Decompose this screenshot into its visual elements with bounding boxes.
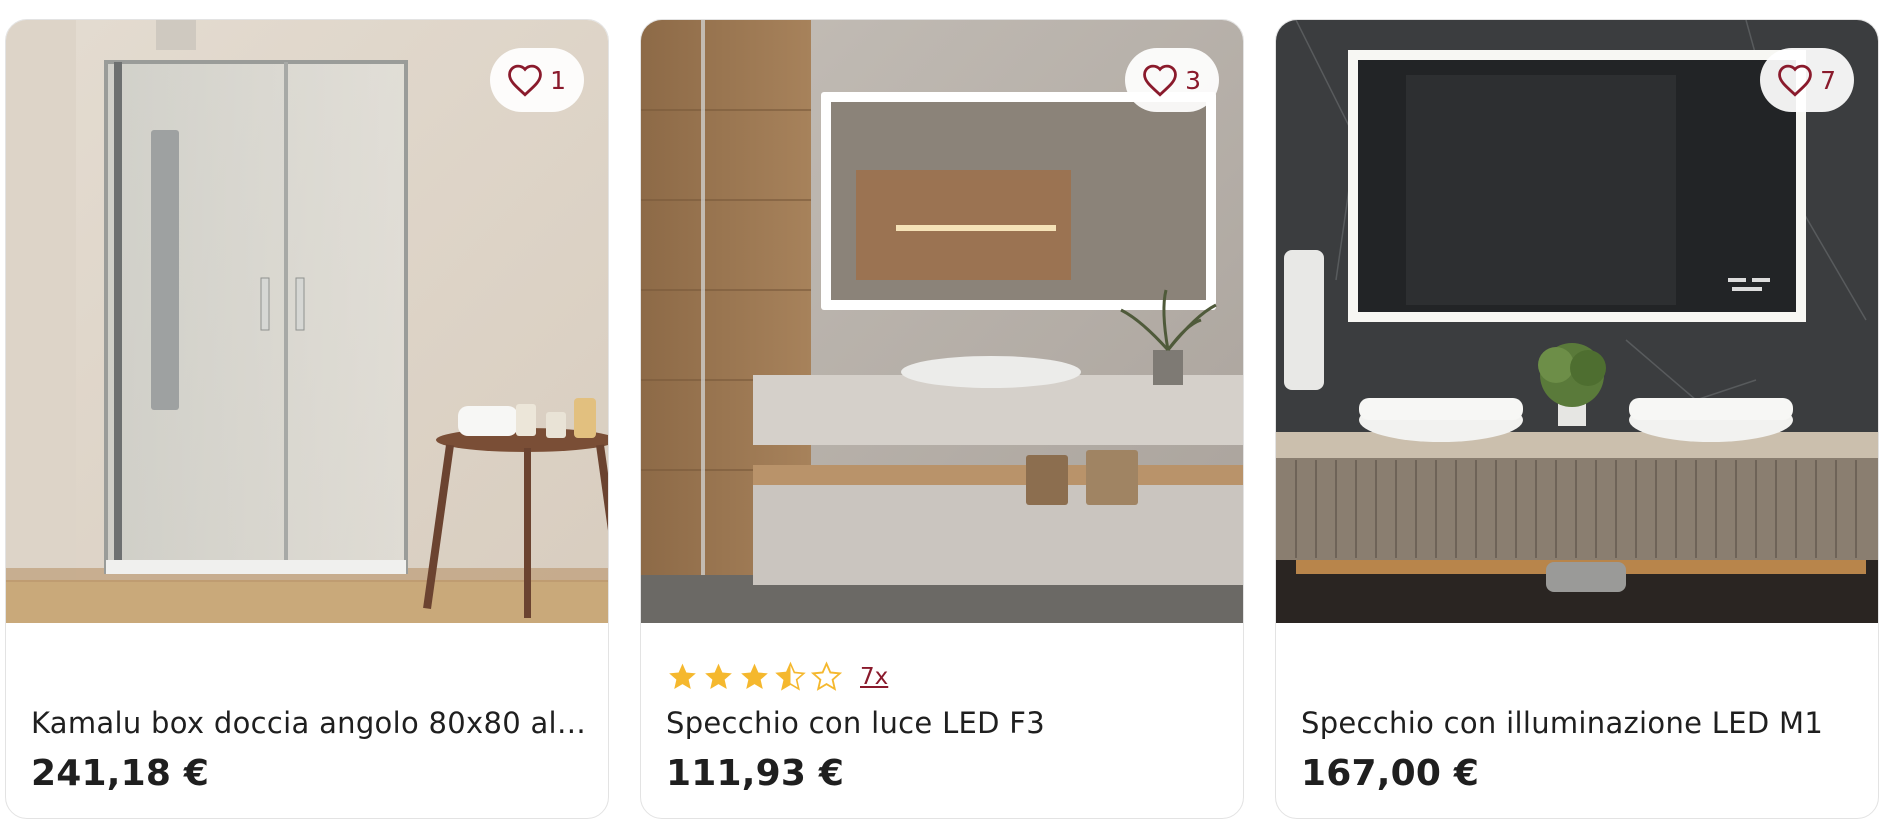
product-title[interactable]: Kamalu box doccia angolo 80x80 alt...	[31, 706, 591, 740]
favorite-count: 3	[1185, 65, 1201, 95]
product-price: 241,18 €	[31, 753, 210, 794]
heart-outline-icon	[1143, 64, 1177, 97]
product-info: Kamalu box doccia angolo 80x80 alt... 24…	[6, 623, 608, 818]
favorite-button[interactable]: 7	[1760, 48, 1854, 112]
product-price: 167,00 €	[1301, 753, 1480, 794]
product-card[interactable]: 1 Kamalu box doccia angolo 80x80 alt... …	[5, 19, 609, 819]
favorite-count: 7	[1820, 65, 1836, 95]
favorite-button[interactable]: 3	[1125, 48, 1219, 112]
favorite-button[interactable]: 1	[490, 48, 584, 112]
star-filled-icon	[705, 663, 732, 689]
review-count-link[interactable]: 7x	[860, 664, 888, 690]
star-filled-icon	[669, 663, 696, 689]
product-title[interactable]: Specchio con luce LED F3	[666, 706, 1226, 740]
rating: 7x	[666, 661, 888, 693]
product-card[interactable]: 3 7x Specchio con luce LED F3 111,93 €	[640, 19, 1244, 819]
product-grid: 1 Kamalu box doccia angolo 80x80 alt... …	[0, 0, 1888, 819]
heart-outline-icon	[508, 64, 542, 97]
favorite-count: 1	[550, 65, 566, 95]
product-info: Specchio con illuminazione LED M1 167,00…	[1276, 623, 1878, 818]
product-card[interactable]: 7 Specchio con illuminazione LED M1 167,…	[1275, 19, 1879, 819]
product-info: 7x Specchio con luce LED F3 111,93 €	[641, 623, 1243, 818]
star-outline-icon	[810, 661, 843, 691]
heart-outline-icon	[1778, 64, 1812, 97]
star-filled-icon	[741, 663, 768, 689]
product-title[interactable]: Specchio con illuminazione LED M1	[1301, 706, 1861, 740]
star-half-icon	[775, 661, 806, 691]
product-price: 111,93 €	[666, 753, 845, 794]
